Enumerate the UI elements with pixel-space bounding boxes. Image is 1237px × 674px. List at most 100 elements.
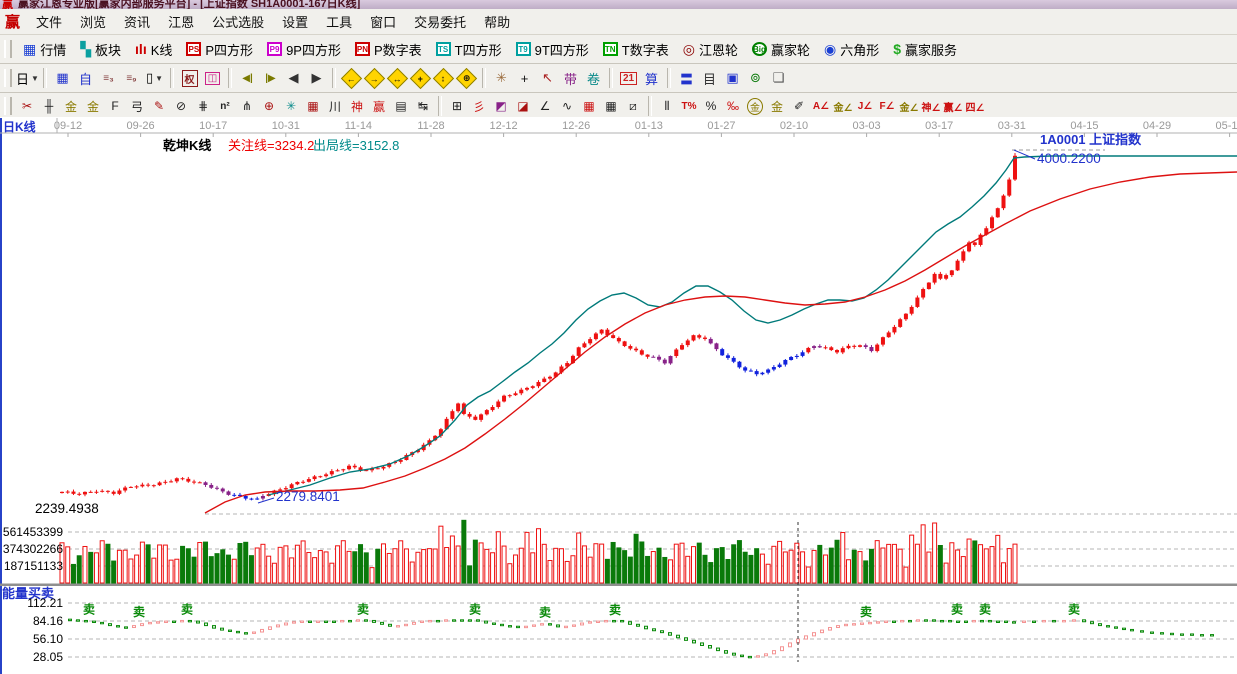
grid-target-icon[interactable]: ▦ (302, 96, 324, 116)
window-tile-icon[interactable]: ▦ (51, 67, 74, 89)
menu-settings[interactable]: 设置 (273, 9, 317, 34)
grid-lines-icon[interactable]: ╫ (38, 96, 60, 116)
toolbutton-gann-wheel[interactable]: ◎江恩轮 (676, 37, 745, 62)
gann-circle-icon[interactable]: ⊕ (258, 96, 280, 116)
net-download-icon[interactable]: ⊚ (744, 67, 767, 89)
toolbutton-t-square[interactable]: TST四方形 (429, 37, 509, 62)
toolbutton-9t-square[interactable]: T99T四方形 (509, 37, 596, 62)
save-icon[interactable]: ▣ (721, 67, 744, 89)
t-percent-icon[interactable]: T% (678, 96, 700, 116)
bars-tool-icon[interactable]: ⫴ (656, 96, 678, 116)
toolbutton-quotes[interactable]: ▦行情 (16, 37, 73, 62)
percent-tool-icon[interactable]: % (700, 96, 722, 116)
kline-chart-region[interactable]: 09-1209-2610-1710-3111-1411-2812-1212-26… (0, 117, 1237, 674)
mirror-tool-icon[interactable]: ⋔ (236, 96, 258, 116)
menu-window[interactable]: 窗口 (361, 9, 405, 34)
period-day-dropdown-icon[interactable]: 日▼ (16, 67, 39, 89)
n-square-tool-icon[interactable]: n² (214, 96, 236, 116)
menu-trade-entrust[interactable]: 交易委托 (405, 9, 475, 34)
calendar-icon[interactable]: 21 (617, 67, 640, 89)
gold-grid-2-icon[interactable]: 金 (82, 96, 104, 116)
si-angle-icon[interactable]: 四∠ (964, 96, 986, 116)
gold-grid-1-icon[interactable]: 金 (60, 96, 82, 116)
j-angle-icon[interactable]: J∠ (854, 96, 876, 116)
info-panel-icon[interactable]: 自 (74, 67, 97, 89)
angle-tool-icon[interactable]: ∠ (534, 96, 556, 116)
box-tool-icon[interactable]: ⊞ (446, 96, 468, 116)
ying-angle-icon[interactable]: 赢∠ (942, 96, 964, 116)
menu-browse[interactable]: 浏览 (71, 9, 115, 34)
zoom-out-horizontal-icon[interactable]: ↔ (386, 67, 409, 89)
brush-tool-icon[interactable]: ✐ (788, 96, 810, 116)
jump-first-icon[interactable]: ◀| (236, 67, 259, 89)
a-angle-icon[interactable]: A∠ (810, 96, 832, 116)
toolbar-grip[interactable] (4, 40, 12, 58)
drag-hand-icon[interactable]: ✳ (490, 67, 513, 89)
calculator-icon[interactable]: 算 (640, 67, 663, 89)
min3-chart-icon[interactable]: ≡₃ (97, 67, 120, 89)
f-angle-icon[interactable]: F∠ (876, 96, 898, 116)
gold-angle-2-icon[interactable]: 金∠ (898, 96, 920, 116)
permille-tool-icon[interactable]: ‰ (722, 96, 744, 116)
compass-circle-icon[interactable]: ⊘ (170, 96, 192, 116)
knife-tool-icon[interactable]: ✂ (16, 96, 38, 116)
band-tool-icon[interactable]: 带 (559, 67, 582, 89)
toolbutton-winner-service[interactable]: $赢家服务 (886, 37, 964, 62)
jump-last-icon[interactable]: |▶ (259, 67, 282, 89)
gold-angle-1-icon[interactable]: 金∠ (832, 96, 854, 116)
pointer-tool-icon[interactable]: ↖ (536, 67, 559, 89)
black-grid-icon[interactable]: ▦ (600, 96, 622, 116)
fan-box-2-icon[interactable]: ◪ (512, 96, 534, 116)
menu-news[interactable]: 资讯 (115, 9, 159, 34)
shen-angle-icon[interactable]: 神∠ (920, 96, 942, 116)
kline-chart-canvas[interactable]: 09-1209-2610-1710-3111-1411-2812-1212-26… (0, 117, 1237, 674)
notes-icon[interactable]: 目 (698, 67, 721, 89)
page-right-icon[interactable]: ▶ (305, 67, 328, 89)
toolbar-grip[interactable] (4, 69, 12, 87)
volume-profile-icon[interactable]: ◫ (201, 67, 224, 89)
spider-web-icon[interactable]: ✳ (280, 96, 302, 116)
min9-chart-icon[interactable]: ≡₉ (120, 67, 143, 89)
ruler-123-icon[interactable]: ▤ (390, 96, 412, 116)
toolbutton-p-square[interactable]: PSP四方形 (179, 37, 260, 62)
menu-tools[interactable]: 工具 (317, 9, 361, 34)
menu-help[interactable]: 帮助 (475, 9, 519, 34)
shen-tool-icon[interactable]: 神 (346, 96, 368, 116)
width-arrows-icon[interactable]: ↹ (412, 96, 434, 116)
fan-lines-icon[interactable]: 彡 (468, 96, 490, 116)
hatch-tool-icon[interactable]: ⧄ (622, 96, 644, 116)
chuan-lines-icon[interactable]: 川 (324, 96, 346, 116)
toolbutton-p-number-table[interactable]: PNP数字表 (348, 37, 429, 62)
red-grid-icon[interactable]: ▦ (578, 96, 600, 116)
ying-tool-icon[interactable]: 赢 (368, 96, 390, 116)
pan-left-icon[interactable]: ← (340, 67, 363, 89)
toolbutton-t-number-table[interactable]: TNT数字表 (596, 37, 676, 62)
fan-box-1-icon[interactable]: ◩ (490, 96, 512, 116)
f-grid-icon[interactable]: F (104, 96, 126, 116)
zoom-reset-icon[interactable]: ⊕ (455, 67, 478, 89)
crosshair-icon[interactable]: + (513, 67, 536, 89)
cycle-tool-icon[interactable]: 卷 (582, 67, 605, 89)
data-calculator-icon[interactable]: 〓 (675, 67, 698, 89)
menu-gann[interactable]: 江恩 (159, 9, 203, 34)
toolbutton-kline[interactable]: ılıK线 (128, 37, 179, 62)
zoom-vertical-icon[interactable]: ↕ (432, 67, 455, 89)
gold-circle-icon[interactable]: 金 (744, 96, 766, 116)
bow-grid-icon[interactable]: 弓 (126, 96, 148, 116)
rights-adjust-icon[interactable]: 权 (178, 67, 201, 89)
ruler-lines-icon[interactable]: ⋕ (192, 96, 214, 116)
screenshot-icon[interactable]: ❏ (767, 67, 790, 89)
toolbar-grip[interactable] (4, 97, 12, 115)
toolbutton-hexagon[interactable]: ◉六角形 (817, 37, 886, 62)
toolbutton-sectors[interactable]: ▚板块 (73, 37, 128, 62)
toolbutton-winner-wheel[interactable]: Big赢家轮 (745, 37, 817, 62)
pen-tool-icon[interactable]: ✎ (148, 96, 170, 116)
menu-file[interactable]: 文件 (27, 9, 71, 34)
menu-formula-stock-pick[interactable]: 公式选股 (203, 9, 273, 34)
zigzag-tool-icon[interactable]: ∿ (556, 96, 578, 116)
zoom-in-horizontal-icon[interactable]: + (409, 67, 432, 89)
pan-right-icon[interactable]: → (363, 67, 386, 89)
candle-style-dropdown-icon[interactable]: ▯▼ (143, 67, 166, 89)
gold-lines-icon[interactable]: 金 (766, 96, 788, 116)
page-left-icon[interactable]: ◀ (282, 67, 305, 89)
